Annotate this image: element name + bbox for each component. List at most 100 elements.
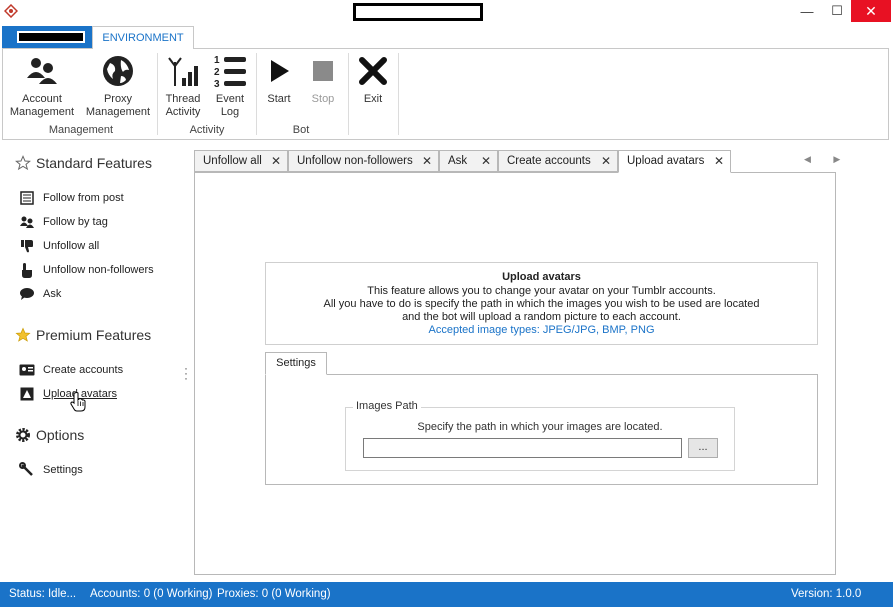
sidebar-item-follow-by-tag[interactable]: Follow by tag bbox=[18, 214, 108, 230]
images-path-description: Specify the path in which your images ar… bbox=[417, 421, 663, 433]
options-label: Options bbox=[36, 427, 85, 443]
sidebar-item-follow-from-post[interactable]: Follow from post bbox=[18, 190, 124, 206]
globe-icon bbox=[98, 51, 138, 91]
event-log-label-1: Event bbox=[215, 93, 245, 105]
thread-activity-button[interactable]: Thread Activity bbox=[161, 51, 205, 119]
account-management-button[interactable]: Account Management bbox=[7, 51, 77, 119]
sidebar-item-label: Unfollow non-followers bbox=[43, 264, 154, 276]
account-management-icon bbox=[22, 51, 62, 91]
info-line: and the bot will upload a random picture… bbox=[402, 311, 681, 323]
start-button[interactable]: Start bbox=[259, 51, 299, 106]
star-outline-icon bbox=[14, 154, 32, 172]
group-divider bbox=[256, 53, 257, 135]
settings-panel: Images Path Specify the path in which yo… bbox=[265, 374, 818, 485]
star-icon bbox=[14, 326, 32, 344]
images-path-legend: Images Path bbox=[353, 400, 421, 412]
account-management-label-2: Management bbox=[9, 106, 75, 118]
id-card-icon bbox=[18, 362, 36, 378]
stop-icon bbox=[303, 51, 343, 91]
image-icon bbox=[18, 386, 36, 402]
minimize-button[interactable]: — bbox=[792, 0, 822, 22]
numbered-list-icon: 1 2 3 bbox=[210, 51, 250, 91]
proxy-management-label-2: Management bbox=[85, 106, 151, 118]
sidebar-item-label: Unfollow all bbox=[43, 240, 100, 252]
group-divider bbox=[157, 53, 158, 135]
app-logo-icon bbox=[4, 4, 18, 18]
images-path-input[interactable] bbox=[363, 438, 682, 458]
group-divider bbox=[348, 53, 349, 135]
sidebar-item-unfollow-all[interactable]: Unfollow all bbox=[18, 238, 99, 254]
sidebar-resize-handle[interactable]: · · · bbox=[184, 362, 188, 384]
gear-icon bbox=[14, 426, 32, 444]
play-icon bbox=[259, 51, 299, 91]
close-icon[interactable]: ✕ bbox=[714, 151, 724, 171]
options-header[interactable]: Options bbox=[14, 426, 84, 444]
group-divider bbox=[398, 53, 399, 135]
info-line: All you have to do is specify the path i… bbox=[323, 298, 760, 310]
close-icon[interactable]: ✕ bbox=[481, 151, 491, 171]
standard-features-header[interactable]: Standard Features bbox=[14, 154, 152, 172]
thumbs-down-icon bbox=[18, 238, 36, 254]
premium-features-label: Premium Features bbox=[36, 327, 152, 343]
tab-label: Upload avatars bbox=[627, 155, 705, 167]
tab-scroll-arrows[interactable]: ◀ ▶ bbox=[804, 154, 850, 165]
stop-button[interactable]: Stop bbox=[303, 51, 343, 106]
proxy-management-button[interactable]: Proxy Management bbox=[83, 51, 153, 119]
sidebar-item-label: Follow from post bbox=[43, 192, 124, 204]
tab-ask[interactable]: Ask ✕ bbox=[439, 150, 498, 172]
images-path-group: Images Path Specify the path in which yo… bbox=[345, 400, 735, 471]
version-text: Version: 1.0.0 bbox=[791, 588, 862, 600]
file-tab-label-redacted bbox=[17, 31, 85, 43]
proxies-count: Proxies: 0 (0 Working) bbox=[217, 588, 331, 600]
group-label-management: Management bbox=[48, 124, 114, 136]
feature-info-box: Upload avatars This feature allows you t… bbox=[265, 262, 818, 345]
sidebar: Standard Features Follow from post Follo… bbox=[0, 145, 193, 575]
event-log-number-3: 3 bbox=[214, 79, 220, 89]
tab-settings[interactable]: Settings bbox=[265, 352, 327, 375]
file-tab[interactable] bbox=[2, 26, 92, 48]
antenna-signal-icon bbox=[163, 51, 203, 91]
tab-upload-avatars[interactable]: Upload avatars ✕ bbox=[618, 150, 731, 173]
close-icon[interactable]: ✕ bbox=[271, 151, 281, 171]
start-label: Start bbox=[267, 93, 291, 105]
thread-activity-label-2: Activity bbox=[165, 106, 201, 118]
sidebar-item-upload-avatars[interactable]: Upload avatars bbox=[18, 386, 117, 402]
title-bar: — ☐ ✕ bbox=[0, 0, 893, 24]
wrench-icon bbox=[18, 462, 36, 478]
sidebar-item-unfollow-non-followers[interactable]: Unfollow non-followers bbox=[18, 262, 154, 278]
sidebar-item-ask[interactable]: Ask bbox=[18, 286, 61, 302]
browse-button[interactable]: ... bbox=[688, 438, 718, 458]
event-log-number-1: 1 bbox=[214, 55, 220, 66]
users-icon bbox=[18, 214, 36, 230]
accepted-types-text: Accepted image types: JPEG/JPG, BMP, PNG bbox=[428, 324, 655, 336]
sidebar-item-create-accounts[interactable]: Create accounts bbox=[18, 362, 123, 378]
account-management-label-1: Account bbox=[22, 93, 62, 105]
sidebar-item-label: Settings bbox=[43, 464, 83, 476]
upload-avatars-panel: Upload avatars This feature allows you t… bbox=[194, 172, 836, 575]
tab-unfollow-non-followers[interactable]: Unfollow non-followers ✕ bbox=[288, 150, 439, 172]
sidebar-item-label: Follow by tag bbox=[43, 216, 108, 228]
group-label-activity: Activity bbox=[189, 124, 225, 136]
tab-unfollow-all[interactable]: Unfollow all ✕ bbox=[194, 150, 288, 172]
pointing-hand-icon bbox=[18, 262, 36, 278]
tab-label: Create accounts bbox=[507, 155, 591, 167]
sidebar-item-label: Create accounts bbox=[43, 364, 124, 376]
status-text: Status: Idle... bbox=[9, 588, 77, 600]
tab-create-accounts[interactable]: Create accounts ✕ bbox=[498, 150, 618, 172]
list-icon bbox=[18, 190, 36, 206]
close-icon[interactable]: ✕ bbox=[422, 151, 432, 171]
standard-features-label: Standard Features bbox=[36, 155, 152, 171]
stop-label: Stop bbox=[311, 93, 335, 105]
sidebar-item-settings[interactable]: Settings bbox=[18, 462, 83, 478]
speech-bubble-icon bbox=[18, 286, 36, 302]
close-icon[interactable]: ✕ bbox=[601, 151, 611, 171]
tab-label: Ask bbox=[448, 155, 468, 167]
event-log-button[interactable]: 1 2 3 Event Log bbox=[207, 51, 253, 119]
premium-features-header[interactable]: Premium Features bbox=[14, 326, 151, 344]
exit-button[interactable]: Exit bbox=[353, 51, 393, 106]
close-window-button[interactable]: ✕ bbox=[851, 0, 891, 22]
maximize-button[interactable]: ☐ bbox=[822, 0, 852, 22]
ribbon-panel: Account Management Proxy Management Mana… bbox=[2, 48, 889, 140]
tab-environment[interactable]: ENVIRONMENT bbox=[92, 26, 194, 49]
ribbon-tab-strip: ENVIRONMENT bbox=[0, 26, 893, 49]
